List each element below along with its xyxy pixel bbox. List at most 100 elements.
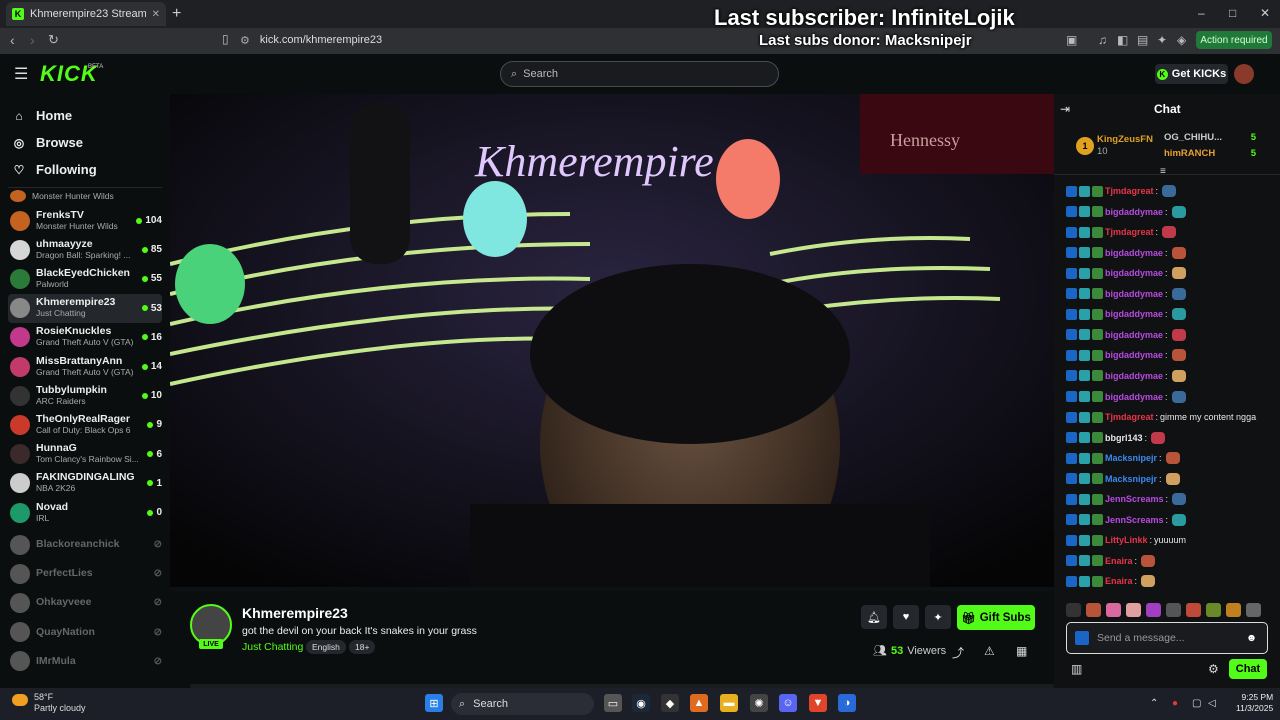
sidebar-channel[interactable]: Khmerempire23 Just Chatting 53 [8, 293, 162, 323]
steam-icon[interactable]: ◉ [632, 694, 650, 712]
chat-message[interactable]: bigdaddymae : [1066, 263, 1276, 283]
tag-age[interactable]: 18+ [349, 640, 376, 654]
emote-bar[interactable] [1066, 602, 1276, 618]
chat-username[interactable]: bigdaddymae [1105, 350, 1163, 360]
chat-message[interactable]: bigdaddymae : [1066, 345, 1276, 365]
action-required-button[interactable]: Action required [1196, 31, 1272, 49]
follow-button[interactable]: ♥ [893, 605, 919, 629]
emote-icon[interactable] [1226, 603, 1241, 617]
emote-icon[interactable] [1206, 603, 1221, 617]
chat-username[interactable]: Tjmdagreat [1105, 227, 1154, 237]
gift-subs-button[interactable]: 🎁︎ Gift Subs [957, 605, 1035, 630]
app-blue-icon[interactable]: ◑ [838, 694, 856, 712]
chat-username[interactable]: Tjmdagreat [1105, 412, 1154, 422]
chat-message[interactable]: bigdaddymae : [1066, 304, 1276, 324]
notification-bell-button[interactable]: 🔔︎ [861, 605, 887, 629]
sidebar-channel[interactable]: uhmaayyze Dragon Ball: Sparking! ... 85 [8, 235, 162, 264]
send-chat-button[interactable]: Chat [1229, 659, 1267, 679]
clip-icon[interactable]: ▦ [1016, 644, 1027, 658]
sidebar-nav-following[interactable]: ♡ Following [12, 162, 97, 177]
sidebar-channel[interactable]: FrenksTV Monster Hunter Wilds 104 [8, 206, 162, 235]
discord-icon[interactable]: ☺ [779, 694, 797, 712]
emote-icon[interactable] [1106, 603, 1121, 617]
stream-category[interactable]: Just Chatting [242, 641, 303, 653]
browser-tab[interactable]: K Khmerempire23 Stream - Wa ✕ [6, 2, 166, 26]
music-icon[interactable]: ♫ [1098, 33, 1107, 47]
chatgpt-icon[interactable]: ✺ [750, 694, 768, 712]
sparkle-button[interactable]: ✦ [925, 605, 951, 629]
user-avatar[interactable] [1234, 64, 1254, 84]
search-input[interactable]: ⌕ Search [500, 61, 779, 87]
sidebar-channel-offline[interactable]: IMrMula ⊘ [8, 647, 162, 676]
get-kicks-button[interactable]: K Get KICKs [1155, 64, 1228, 84]
chat-message[interactable]: bigdaddymae : [1066, 325, 1276, 345]
sidebar-channel[interactable]: MissBrattanyAnn Grand Theft Auto V (GTA)… [8, 352, 162, 381]
volume-icon[interactable]: ◁ [1208, 698, 1216, 709]
chat-username[interactable]: bigdaddymae [1105, 268, 1163, 278]
close-tab-icon[interactable]: ✕ [152, 9, 160, 20]
chat-message[interactable]: bbgrl143 : [1066, 428, 1276, 448]
chat-username[interactable]: JennScreams [1105, 515, 1164, 525]
store-icon[interactable]: ▥ [1071, 662, 1082, 676]
chat-message[interactable]: bigdaddymae : [1066, 202, 1276, 222]
shield-icon[interactable]: ◈ [1177, 33, 1186, 47]
chat-message[interactable]: JennScreams : [1066, 510, 1276, 530]
video-scrubber[interactable] [170, 587, 1054, 591]
task-view-icon[interactable]: ▭ [604, 694, 622, 712]
close-window-button[interactable]: ✕ [1260, 6, 1270, 20]
emote-icon[interactable] [1166, 603, 1181, 617]
brave-browser-icon[interactable]: ▼ [809, 694, 827, 712]
mic-icon[interactable]: ● [1172, 698, 1178, 709]
streamer-name[interactable]: Khmerempire23 [242, 605, 348, 621]
chat-message[interactable]: bigdaddymae : [1066, 284, 1276, 304]
sidebar-channel-offline[interactable]: PerfectLies ⊘ [8, 559, 162, 588]
sidebar-nav-browse[interactable]: ◎ Browse [12, 135, 83, 150]
sidebar-channel[interactable]: Novad IRL 0 [8, 498, 162, 527]
system-clock[interactable]: 9:25 PM 11/3/2025 [1236, 692, 1273, 714]
sidebar-channel[interactable]: BlackEyedChicken Palworld 55 [8, 264, 162, 293]
app-icon[interactable]: ◆ [661, 694, 679, 712]
chat-username[interactable]: LittyLinkk [1105, 535, 1148, 545]
chat-username[interactable]: bigdaddymae [1105, 207, 1163, 217]
emote-icon[interactable] [1126, 603, 1141, 617]
maximize-button[interactable]: □ [1229, 6, 1236, 20]
tag-language[interactable]: English [306, 640, 346, 654]
chat-username[interactable]: Enaira [1105, 556, 1133, 566]
sidebar-channel-offline[interactable]: Ohkayveee ⊘ [8, 588, 162, 617]
back-icon[interactable]: ‹ [10, 32, 15, 48]
sidebar-nav-home[interactable]: ⌂ Home [12, 108, 72, 123]
chat-message[interactable]: Tjmdagreat : [1066, 222, 1276, 242]
chat-username[interactable]: Macksnipejr [1105, 453, 1157, 463]
sidebar-channel[interactable]: Tubbylumpkin ARC Raiders 10 [8, 381, 162, 410]
chat-username[interactable]: bigdaddymae [1105, 392, 1163, 402]
emote-icon[interactable] [1186, 603, 1201, 617]
sidebar-channel[interactable]: RosieKnuckles Grand Theft Auto V (GTA) 1… [8, 323, 162, 352]
wallet-icon[interactable]: ▤ [1137, 33, 1148, 47]
chat-username[interactable]: bigdaddymae [1105, 309, 1163, 319]
settings-icon[interactable]: ⚙ [1208, 662, 1219, 676]
chat-message[interactable]: bigdaddymae : [1066, 366, 1276, 386]
chat-message[interactable]: JennScreams : [1066, 489, 1276, 509]
sidebar-channel[interactable]: FAKINGDINGALING NBA 2K26 1 [8, 469, 162, 498]
chat-message[interactable]: bigdaddymae : [1066, 387, 1276, 407]
extension-icon[interactable]: ✦ [1157, 33, 1167, 47]
minimize-button[interactable]: – [1198, 6, 1205, 20]
app-orange-icon[interactable]: ▲ [690, 694, 708, 712]
chat-username[interactable]: bigdaddymae [1105, 289, 1163, 299]
chat-username[interactable]: bigdaddymae [1105, 248, 1163, 258]
leaderboard-second[interactable]: OG_CHIHU... 5 [1164, 132, 1256, 143]
display-icon[interactable]: ▢ [1192, 698, 1201, 709]
sidebar-channel[interactable]: TheOnlyRealRager Call of Duty: Black Ops… [8, 410, 162, 439]
chat-username[interactable]: bigdaddymae [1105, 371, 1163, 381]
chat-message[interactable]: LittyLinkk : yuuuum [1066, 530, 1276, 550]
chat-username[interactable]: JennScreams [1105, 494, 1164, 504]
sidebar-icon[interactable]: ◧ [1117, 33, 1128, 47]
menu-icon[interactable]: ☰ [14, 64, 28, 84]
collapse-chat-icon[interactable]: ⇥ [1060, 102, 1070, 116]
sidebar-channel-partial[interactable]: Monster Hunter Wilds [8, 188, 162, 204]
sidebar-channel-offline[interactable]: QuayNation ⊘ [8, 618, 162, 647]
windows-start-icon[interactable]: ⊞ [425, 694, 443, 712]
chat-username[interactable]: Macksnipejr [1105, 474, 1157, 484]
file-explorer-icon[interactable]: ▬ [720, 694, 738, 712]
forward-icon[interactable]: › [30, 32, 35, 48]
